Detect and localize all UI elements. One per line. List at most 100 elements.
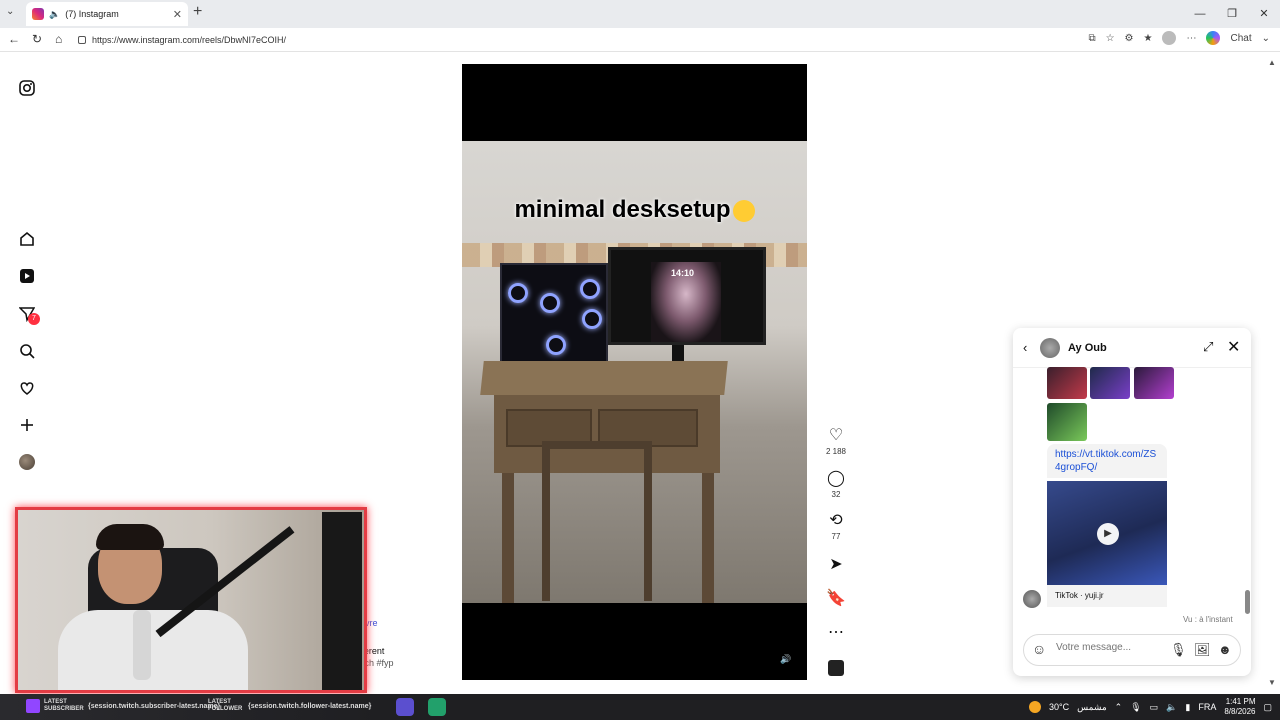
search-icon[interactable] bbox=[18, 342, 36, 360]
message-input[interactable] bbox=[1056, 642, 1156, 653]
tab-close-icon[interactable]: ✕ bbox=[173, 8, 182, 21]
page-scroll-down-icon[interactable]: ▼ bbox=[1268, 678, 1276, 687]
shared-video[interactable]: ▶ bbox=[1047, 481, 1167, 585]
sender-avatar bbox=[1023, 590, 1041, 608]
tab-list-chevron-icon[interactable]: ⌄ bbox=[6, 6, 14, 17]
shared-link[interactable]: https://vt.tiktok.com/ZS4gropFQ/ bbox=[1047, 444, 1167, 478]
app-icon[interactable] bbox=[428, 698, 446, 716]
share-icon[interactable]: ➤ bbox=[824, 556, 848, 574]
reel-video[interactable]: 14:10 minimal desksetup 🔊 bbox=[462, 64, 807, 680]
more-options-icon[interactable]: ⋯ bbox=[1186, 33, 1196, 44]
bookmark-icon[interactable]: 🔖 bbox=[824, 590, 848, 608]
fan-light bbox=[546, 335, 566, 355]
share-button[interactable]: ➤ bbox=[824, 556, 848, 574]
more-button[interactable]: ⋯ bbox=[824, 624, 848, 642]
extensions-icon[interactable]: ⚙ bbox=[1125, 33, 1134, 44]
audio-icon[interactable]: 🔊 bbox=[779, 654, 793, 668]
reel-caption-text: minimal desksetup bbox=[514, 196, 731, 223]
webcam-overlay bbox=[15, 507, 367, 693]
reels-icon[interactable] bbox=[18, 267, 36, 285]
copilot-icon[interactable] bbox=[1206, 31, 1221, 45]
video-source: TikTok · yuji.jr bbox=[1047, 585, 1167, 607]
chat-popup: ‹ Ay Oub ⤢ ✕ https://vt.tiktok.com/ZS4gr… bbox=[1013, 328, 1251, 676]
clock[interactable]: 1:41 PM 8/8/2026 bbox=[1224, 697, 1255, 717]
media-thumbnail[interactable] bbox=[1134, 367, 1174, 399]
alert1-label: LATEST SUBSCRIBER bbox=[44, 699, 84, 712]
home-browser-icon[interactable]: ⌂ bbox=[55, 32, 62, 46]
emoji-face-icon bbox=[732, 199, 755, 222]
address-bar: ← ↻ ⌂ https://www.instagram.com/reels/Db… bbox=[0, 28, 1280, 52]
mic-tray-icon[interactable]: 🎙 bbox=[1130, 702, 1141, 713]
emoji-icon[interactable]: ☺ bbox=[1032, 641, 1046, 657]
language-indicator[interactable]: FRA bbox=[1198, 702, 1216, 712]
instagram-logo-icon[interactable] bbox=[18, 79, 36, 97]
image-icon[interactable]: 🖼 bbox=[1194, 642, 1211, 658]
url-field[interactable]: https://www.instagram.com/reels/DbwNI7eC… bbox=[78, 31, 1078, 49]
profile-avatar-nav[interactable] bbox=[19, 454, 35, 470]
create-icon[interactable] bbox=[18, 416, 36, 434]
page-scroll-up-icon[interactable]: ▲ bbox=[1268, 58, 1276, 67]
volume-icon[interactable]: 🔈 bbox=[1166, 702, 1177, 713]
clock-time: 1:41 PM bbox=[1225, 697, 1256, 706]
favorites-icon[interactable]: ★ bbox=[1144, 33, 1153, 44]
favorite-star-icon[interactable]: ☆ bbox=[1106, 33, 1115, 44]
tray-chevron-icon[interactable]: ⌃ bbox=[1115, 702, 1123, 713]
desk-leg bbox=[702, 473, 714, 603]
contact-name[interactable]: Ay Oub bbox=[1068, 342, 1107, 354]
audio-thumbnail-image[interactable] bbox=[828, 660, 844, 676]
comment-button[interactable]: ◯ 32 bbox=[824, 470, 848, 499]
weather-icon[interactable] bbox=[1029, 701, 1042, 713]
pc-case bbox=[500, 263, 608, 363]
clock-date: 8/8/2026 bbox=[1224, 707, 1256, 716]
more-icon[interactable]: ⋯ bbox=[824, 624, 848, 642]
weather-temp[interactable]: 30°C bbox=[1049, 702, 1069, 712]
comment-icon[interactable]: ◯ bbox=[824, 470, 848, 488]
mic-icon[interactable]: 🎙 bbox=[1170, 642, 1187, 658]
monitor: 14:10 bbox=[608, 247, 766, 345]
home-icon[interactable] bbox=[18, 230, 36, 248]
close-window-icon[interactable]: ✕ bbox=[1248, 0, 1280, 28]
refresh-icon[interactable]: ↻ bbox=[32, 32, 42, 46]
chat-header: ‹ Ay Oub ⤢ ✕ bbox=[1013, 328, 1251, 368]
sticker-icon[interactable]: ☻ bbox=[1218, 642, 1232, 657]
weather-desc[interactable]: مشمس bbox=[1077, 702, 1107, 713]
repost-icon[interactable]: ⟲ bbox=[824, 512, 848, 530]
tab-instagram[interactable]: 🔈 (7) Instagram ✕ bbox=[26, 2, 188, 26]
notification-badge: 7 bbox=[28, 313, 40, 325]
fan-light bbox=[540, 293, 560, 313]
chat-label[interactable]: Chat bbox=[1230, 33, 1251, 44]
app-available-icon[interactable]: ⧉ bbox=[1088, 33, 1095, 44]
repost-button[interactable]: ⟲ 77 bbox=[824, 512, 848, 541]
chat-scrollbar[interactable] bbox=[1245, 590, 1250, 614]
expand-icon[interactable]: ⤢ bbox=[1203, 339, 1213, 355]
tab-title: (7) Instagram bbox=[65, 9, 119, 19]
fan-light bbox=[582, 309, 602, 329]
back-icon[interactable]: ‹ bbox=[1023, 340, 1027, 355]
profile-avatar[interactable] bbox=[1162, 31, 1177, 45]
lock-icon[interactable] bbox=[78, 36, 86, 44]
heart-icon[interactable] bbox=[18, 379, 36, 397]
media-thumbnail[interactable] bbox=[1047, 403, 1087, 441]
network-icon[interactable]: ▭ bbox=[1150, 702, 1159, 713]
media-thumbnail[interactable] bbox=[1090, 367, 1130, 399]
battery-icon[interactable]: ▮ bbox=[1185, 702, 1190, 713]
fan-light bbox=[508, 283, 528, 303]
contact-avatar[interactable] bbox=[1040, 338, 1060, 358]
play-icon[interactable]: ▶ bbox=[1097, 523, 1119, 545]
pc-tower bbox=[322, 512, 362, 690]
minimize-icon[interactable]: — bbox=[1184, 0, 1216, 28]
like-button[interactable]: ♡ 2 188 bbox=[824, 427, 848, 456]
url-text: https://www.instagram.com/reels/DbwNI7eC… bbox=[92, 35, 287, 45]
save-button[interactable]: 🔖 bbox=[824, 590, 848, 608]
new-tab-icon[interactable]: + bbox=[193, 3, 202, 21]
media-thumbnail[interactable] bbox=[1047, 367, 1087, 399]
notifications-icon[interactable]: ▢ bbox=[1263, 702, 1272, 713]
audio-thumbnail[interactable] bbox=[824, 660, 848, 676]
sidebar-toggle-icon[interactable]: ⌄ bbox=[1262, 33, 1270, 44]
restore-icon[interactable]: ❐ bbox=[1216, 0, 1248, 28]
like-icon[interactable]: ♡ bbox=[824, 427, 848, 445]
tab-audio-icon[interactable]: 🔈 bbox=[49, 9, 60, 20]
close-icon[interactable]: ✕ bbox=[1227, 337, 1240, 357]
back-icon[interactable]: ← bbox=[8, 32, 20, 46]
app-icon[interactable] bbox=[396, 698, 414, 716]
